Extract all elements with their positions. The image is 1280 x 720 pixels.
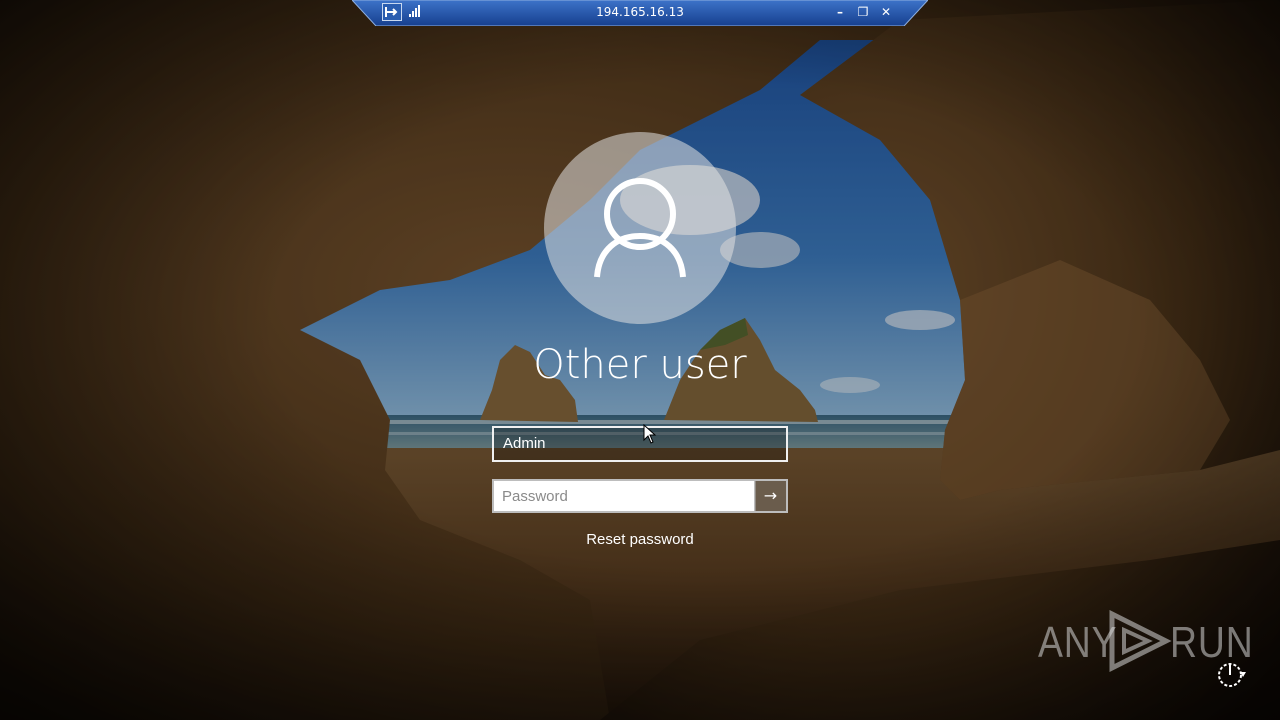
restore-icon[interactable]: ❐ bbox=[855, 4, 871, 20]
mouse-pointer-icon bbox=[643, 424, 657, 444]
rdp-connection-bar: 194.165.16.13 – ❐ ✕ bbox=[352, 0, 928, 26]
submit-arrow-button[interactable]: → bbox=[755, 479, 788, 513]
username-field[interactable]: Admin bbox=[492, 426, 788, 462]
user-display-name: Other user bbox=[533, 342, 747, 388]
password-input[interactable] bbox=[492, 479, 756, 513]
user-avatar-icon bbox=[594, 178, 686, 278]
password-row: → bbox=[492, 479, 788, 513]
play-logo-icon bbox=[1109, 610, 1172, 672]
lock-screen: 194.165.16.13 – ❐ ✕ Other user Admin → R… bbox=[0, 0, 1280, 720]
busy-cursor-icon bbox=[1218, 663, 1246, 687]
watermark-left-text: ANY bbox=[1038, 618, 1118, 667]
user-avatar bbox=[544, 132, 736, 324]
reset-password-link[interactable]: Reset password bbox=[540, 531, 740, 548]
close-icon[interactable]: ✕ bbox=[878, 4, 894, 20]
anyrun-watermark: ANY RUN bbox=[1036, 608, 1253, 678]
minimize-icon[interactable]: – bbox=[832, 4, 848, 20]
arrow-right-icon: → bbox=[763, 486, 778, 505]
